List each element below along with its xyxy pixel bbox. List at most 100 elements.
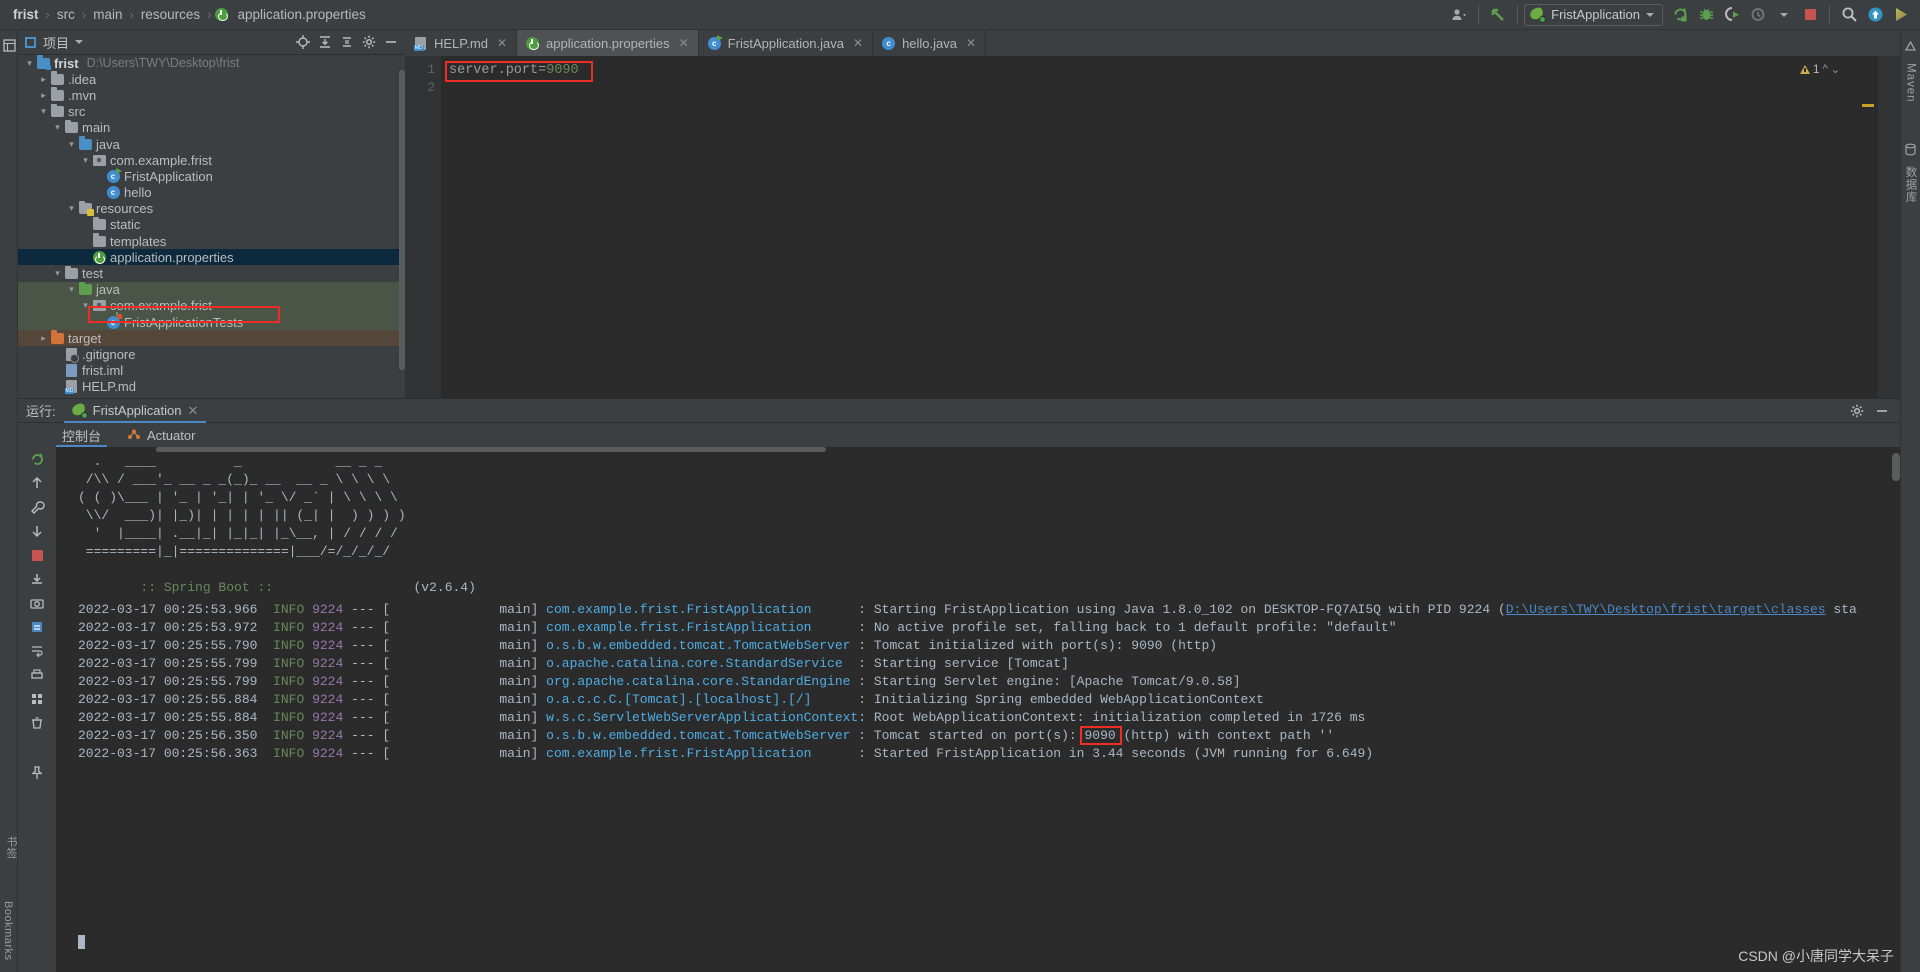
tree-node--mvn[interactable]: ▸ .mvn (18, 87, 405, 103)
soft-wrap-icon[interactable] (18, 639, 56, 663)
console-scrollbar[interactable] (1892, 453, 1900, 481)
tree-node-frist[interactable]: ▾ frist D:\Users\TWY\Desktop\frist (18, 55, 405, 71)
user-icon[interactable] (1446, 2, 1472, 28)
editor-tabs[interactable]: HELP.md✕application.properties✕cFristApp… (405, 30, 1900, 56)
collapse-all-icon[interactable] (314, 32, 335, 53)
gear-icon[interactable] (1846, 400, 1867, 421)
tree-node-help-md[interactable]: HELP.md (18, 379, 405, 395)
print-icon[interactable] (18, 663, 56, 687)
breadcrumb-item-4[interactable]: application.properties (234, 7, 368, 22)
tree-node--idea[interactable]: ▸ .idea (18, 71, 405, 87)
project-tool-icon[interactable] (0, 34, 18, 56)
wrench-icon[interactable] (18, 495, 56, 519)
tree-node-hello[interactable]: c hello (18, 185, 405, 201)
tree-node-frist-iml[interactable]: frist.iml (18, 363, 405, 379)
breadcrumb-item-0[interactable]: frist (10, 7, 42, 22)
update-arrow-icon[interactable] (1485, 2, 1511, 28)
bookmarks-strip-label[interactable]: Bookmarks (2, 901, 14, 964)
tree-node-templates[interactable]: templates (18, 233, 405, 249)
tree-expand-arrow[interactable]: ▸ (38, 333, 49, 344)
idea-logo-icon[interactable] (1888, 2, 1914, 28)
tree-node-main[interactable]: ▾ main (18, 119, 405, 136)
tree-expand-arrow[interactable]: ▾ (66, 203, 77, 214)
search-icon[interactable] (1836, 2, 1862, 28)
tree-node-fristapplication[interactable]: c FristApplication (18, 167, 405, 184)
rerun-icon[interactable] (18, 447, 56, 471)
debug-icon[interactable] (1693, 2, 1719, 28)
tree-expand-arrow[interactable]: ▸ (38, 74, 49, 85)
tab-actuator[interactable]: Actuator (121, 423, 201, 447)
code-editor[interactable]: 1 2 server.port=9090 1 ^ ⌄ (405, 56, 1900, 398)
chevron-down-icon[interactable] (1771, 2, 1797, 28)
tree-node-application-properties[interactable]: application.properties (18, 249, 405, 266)
scroll-down-icon[interactable] (18, 519, 56, 543)
update-project-icon[interactable] (1862, 2, 1888, 28)
console-hscrollbar[interactable] (156, 447, 826, 452)
scroll-up-icon[interactable] (18, 471, 56, 495)
editor-tab-fristapplication-java[interactable]: c FristApplication.java ✕ (699, 30, 874, 56)
breadcrumb-item-3[interactable]: resources (138, 7, 203, 22)
close-icon[interactable]: ✕ (966, 36, 976, 50)
tree-node-com-example-frist[interactable]: ▾ com.example.frist (18, 152, 405, 168)
tree-node--gitignore[interactable]: .gitignore (18, 346, 405, 363)
chevron-down-icon[interactable] (75, 40, 84, 44)
editor-tab-application-properties[interactable]: application.properties ✕ (517, 30, 699, 56)
tree-node-src[interactable]: ▾ src (18, 103, 405, 120)
run-with-coverage-icon[interactable] (1719, 2, 1745, 28)
editor-tab-hello-java[interactable]: c hello.java ✕ (873, 30, 987, 56)
project-tree[interactable]: ▾ frist D:\Users\TWY\Desktop\frist ▸ .idea ▸.… (18, 55, 405, 398)
pin-icon[interactable] (18, 761, 56, 785)
tree-node-com-example-frist[interactable]: ▾ com.example.frist (18, 297, 405, 314)
minimize-icon[interactable] (1871, 400, 1892, 421)
tree-node-target[interactable]: ▸ target (18, 330, 405, 347)
tree-expand-arrow[interactable]: ▾ (80, 300, 91, 311)
stop-icon[interactable] (18, 543, 56, 567)
settings-icon[interactable] (358, 32, 379, 53)
tree-node-static[interactable]: static (18, 216, 405, 233)
breadcrumb-item-2[interactable]: main (90, 7, 125, 22)
run-configuration-selector[interactable]: FristApplication (1524, 3, 1663, 26)
camera-icon[interactable] (18, 591, 56, 615)
tree-expand-arrow[interactable]: ▾ (38, 106, 49, 117)
tree-expand-arrow[interactable]: ▾ (66, 139, 77, 150)
database-label[interactable]: 数据库 (1903, 162, 1919, 204)
breadcrumb-item-1[interactable]: src (54, 7, 78, 22)
grid-icon[interactable] (18, 687, 56, 711)
editor-tab-help-md[interactable]: HELP.md ✕ (405, 30, 518, 56)
hide-icon[interactable] (380, 32, 401, 53)
tree-node-fristapplicationtests[interactable]: c FristApplicationTests (18, 311, 405, 331)
tab-console[interactable]: 控制台 (56, 423, 108, 447)
maven-label[interactable]: Maven (1905, 59, 1917, 103)
tree-node-java[interactable]: ▾ java (18, 136, 405, 152)
tree-node-resources[interactable]: ▾ resources (18, 200, 405, 217)
stop-icon[interactable] (1797, 2, 1823, 28)
trash-icon[interactable] (18, 711, 56, 735)
code-content[interactable]: server.port=9090 (449, 62, 579, 80)
tree-expand-arrow[interactable]: ▸ (38, 90, 49, 101)
tree-expand-arrow[interactable]: ▾ (52, 122, 63, 133)
tree-expand-arrow[interactable]: ▾ (52, 268, 63, 279)
export-icon[interactable] (18, 567, 56, 591)
tree-expand-arrow[interactable]: ▾ (66, 284, 77, 295)
rerun-icon[interactable] (1667, 2, 1693, 28)
inspection-status[interactable]: 1 ^ ⌄ (1799, 62, 1840, 76)
close-icon[interactable]: ✕ (188, 403, 199, 419)
expand-icon[interactable] (336, 32, 357, 53)
locate-icon[interactable] (292, 32, 313, 53)
chevron-up-icon[interactable]: ^ (1823, 63, 1828, 75)
run-tab-fristapplication[interactable]: FristApplication ✕ (63, 399, 207, 423)
chevron-down-icon[interactable]: ⌄ (1831, 63, 1840, 76)
banner-line: \\/ ___)| |_)| | | | | || (_| | ) ) ) ) (78, 508, 406, 523)
close-icon[interactable]: ✕ (497, 36, 507, 50)
tree-expand-arrow[interactable]: ▾ (80, 155, 91, 166)
console-output[interactable]: . ____ _ __ _ _ /\\ / ___'_ __ _ _(_)_ _… (56, 447, 1900, 972)
close-icon[interactable]: ✕ (853, 36, 863, 50)
profiler-icon[interactable] (1745, 2, 1771, 28)
thread-dump-icon[interactable] (18, 615, 56, 639)
tree-node-test[interactable]: ▾ test (18, 265, 405, 281)
tree-expand-arrow[interactable]: ▾ (24, 58, 35, 69)
close-icon[interactable]: ✕ (679, 36, 689, 50)
tree-node-java[interactable]: ▾ java (18, 281, 405, 298)
log-link[interactable]: D:\Users\TWY\Desktop\frist\target\classe… (1506, 602, 1826, 617)
editor-scrollbar[interactable] (1878, 56, 1900, 398)
